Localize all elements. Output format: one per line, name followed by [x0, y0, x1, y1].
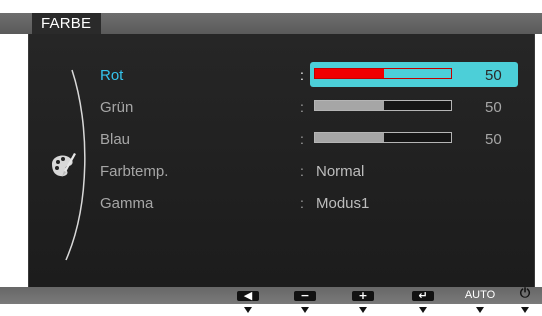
left-button[interactable]: ◀ [228, 287, 268, 316]
pointer-down-icon [419, 307, 427, 313]
menu-item-farbtemp[interactable]: Farbtemp. : Normal [100, 158, 520, 188]
slider-fill [315, 133, 385, 142]
button-bar: ◀ − + ↵ AUTO ⏻ [0, 287, 542, 316]
enter-icon: ↵ [412, 290, 434, 301]
title-bar: FARBE [0, 0, 542, 34]
plus-icon: + [352, 290, 374, 301]
separator: : [300, 163, 304, 179]
enter-button[interactable]: ↵ [403, 287, 443, 316]
slider-value: 50 [485, 67, 502, 84]
plus-button[interactable]: + [343, 287, 383, 316]
osd-window: FARBE Rot : 50 Grün : 50 Blau : 50 Farbt… [0, 0, 542, 316]
menu-item-blau[interactable]: Blau : 50 [100, 126, 520, 156]
separator: : [300, 195, 304, 211]
menu-title: FARBE [32, 13, 102, 34]
menu-item-label: Blau [100, 131, 131, 148]
minus-button[interactable]: − [285, 287, 325, 316]
pointer-down-icon [359, 307, 367, 313]
left-arrow-icon: ◀ [237, 290, 259, 301]
pointer-down-icon [301, 307, 309, 313]
slider-value: 50 [485, 99, 502, 116]
auto-button[interactable]: AUTO [460, 287, 500, 316]
menu-item-label: Farbtemp. [100, 163, 169, 180]
menu-item-label: Grün [100, 99, 134, 116]
red-slider[interactable] [314, 68, 452, 79]
menu-item-label: Gamma [100, 195, 154, 212]
minus-icon: − [294, 290, 316, 301]
palette-icon [52, 153, 76, 177]
slider-value: 50 [485, 131, 502, 148]
menu-item-value: Normal [316, 163, 365, 180]
slider-fill [315, 101, 385, 110]
power-button[interactable]: ⏻ [505, 287, 542, 316]
slider-fill [315, 69, 385, 78]
separator: : [300, 67, 304, 83]
pointer-down-icon [521, 307, 529, 313]
green-slider[interactable] [314, 100, 452, 111]
separator: : [300, 131, 304, 147]
blue-slider[interactable] [314, 132, 452, 143]
pointer-down-icon [244, 307, 252, 313]
menu-item-value: Modus1 [316, 195, 370, 212]
power-icon: ⏻ [519, 286, 531, 301]
menu-item-rot[interactable]: Rot : 50 [100, 62, 520, 92]
menu-item-label: Rot [100, 67, 124, 84]
separator: : [300, 99, 304, 115]
auto-label: AUTO [464, 289, 496, 301]
menu-item-gruen[interactable]: Grün : 50 [100, 94, 520, 124]
menu-item-gamma[interactable]: Gamma : Modus1 [100, 190, 520, 220]
pointer-down-icon [476, 307, 484, 313]
